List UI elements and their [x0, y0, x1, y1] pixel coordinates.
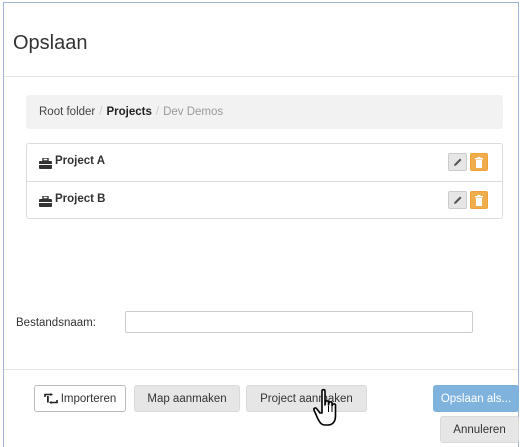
breadcrumb-separator: /: [155, 106, 160, 118]
trash-icon: [475, 157, 483, 168]
import-button[interactable]: Importeren: [34, 385, 126, 412]
briefcase-icon: [39, 156, 52, 169]
briefcase-icon: [39, 194, 52, 207]
trash-icon: [475, 195, 483, 206]
breadcrumb-separator: /: [99, 106, 103, 118]
dialog-title: Opslaan: [13, 32, 88, 54]
list-item[interactable]: Project A: [27, 144, 502, 181]
pencil-icon: [454, 158, 462, 166]
filename-input[interactable]: [125, 311, 473, 333]
edit-button[interactable]: [448, 191, 467, 209]
list-item[interactable]: Project B: [27, 181, 502, 218]
breadcrumb: Root folder / Projects / Dev Demos: [26, 95, 503, 129]
pencil-icon: [454, 196, 462, 204]
new-project-button[interactable]: Project aanmaken: [246, 385, 367, 412]
new-folder-button[interactable]: Map aanmaken: [134, 385, 240, 412]
breadcrumb-item-projects[interactable]: Projects: [106, 106, 151, 118]
project-list: Project A Project B: [26, 143, 503, 219]
import-button-label: Importeren: [60, 392, 117, 405]
edit-button[interactable]: [448, 153, 467, 171]
footer-divider: [4, 369, 518, 370]
delete-button[interactable]: [470, 191, 488, 209]
breadcrumb-item-current: Dev Demos: [163, 106, 224, 118]
dialog-header: Opslaan: [4, 3, 518, 77]
filename-label: Bestandsnaam:: [16, 317, 96, 329]
import-icon: [43, 393, 58, 404]
delete-button[interactable]: [470, 153, 488, 171]
project-name: Project B: [55, 193, 106, 205]
project-name: Project A: [55, 155, 106, 167]
save-dialog: Opslaan Root folder / Projects / Dev Demos P…: [3, 2, 519, 447]
cancel-button[interactable]: Annuleren: [440, 416, 519, 443]
breadcrumb-item-root[interactable]: Root folder: [39, 106, 95, 118]
save-as-button[interactable]: Opslaan als...: [433, 385, 519, 412]
